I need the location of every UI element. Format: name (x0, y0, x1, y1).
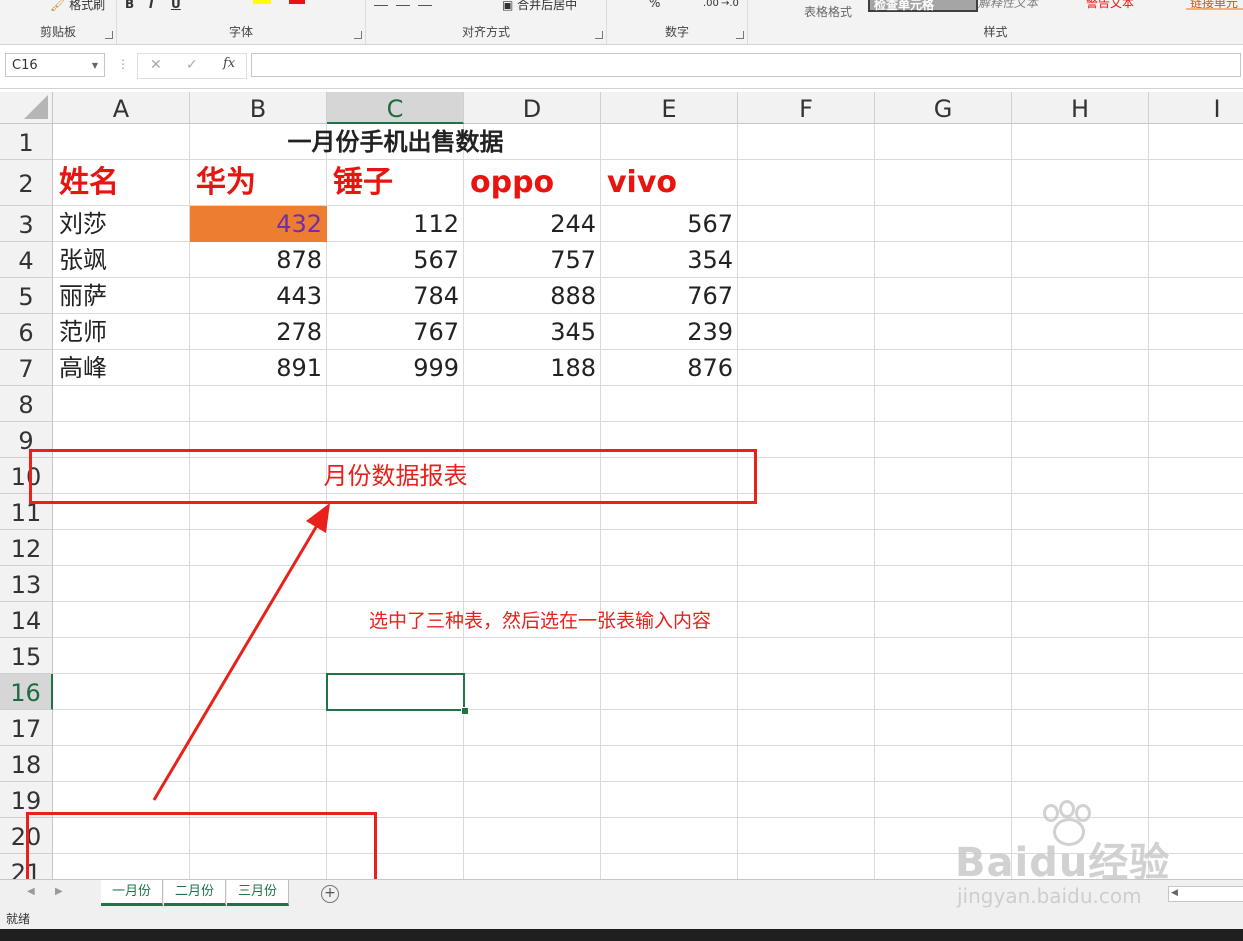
os-taskbar (0, 929, 1243, 941)
status-ready: 就绪 (6, 912, 31, 926)
tab-prev-icon[interactable]: ◀ (27, 886, 35, 897)
tab-sheet-3[interactable]: 三月份 (227, 880, 289, 906)
add-sheet-icon[interactable]: + (321, 885, 339, 903)
watermark-url: jingyan.baidu.com (957, 884, 1142, 908)
tab-next-icon[interactable]: ▶ (55, 886, 63, 897)
tab-sheet-1[interactable]: 一月份 (101, 880, 163, 906)
baidu-jingyan-watermark: Baidu经验 jingyan.baidu.com (955, 800, 1215, 910)
watermark-brand: Baidu经验 (955, 840, 1171, 886)
status-bar: 就绪 (0, 907, 1243, 929)
tab-sheet-2[interactable]: 二月份 (164, 880, 226, 906)
annotation-note: 选中了三种表，然后选在一张表输入内容 (369, 610, 712, 632)
